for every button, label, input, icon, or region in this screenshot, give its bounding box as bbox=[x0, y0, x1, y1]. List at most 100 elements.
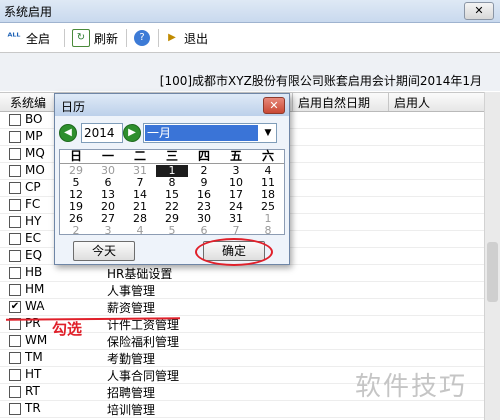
row-checkbox[interactable] bbox=[9, 403, 21, 415]
row-checkbox[interactable] bbox=[9, 148, 21, 160]
row-checkbox[interactable]: ✔ bbox=[9, 301, 21, 313]
system-name: 保险福利管理 bbox=[107, 335, 180, 349]
system-name: HR基础设置 bbox=[107, 267, 173, 281]
close-icon: ✕ bbox=[269, 99, 279, 112]
system-code: HT bbox=[25, 367, 42, 381]
table-row[interactable]: TM 考勤管理 bbox=[0, 349, 484, 367]
next-year-button[interactable]: ▶ bbox=[123, 124, 141, 142]
column-divider bbox=[388, 93, 389, 111]
weekday-header: 日 bbox=[69, 149, 82, 163]
weekday-header: 五 bbox=[229, 149, 242, 163]
system-code: BO bbox=[25, 112, 43, 126]
column-header-enable-date[interactable]: 启用自然日期 bbox=[298, 94, 370, 111]
system-name: 人事管理 bbox=[107, 284, 156, 298]
row-checkbox[interactable] bbox=[9, 386, 21, 398]
calendar-day[interactable]: 5 bbox=[156, 225, 188, 237]
previous-year-button[interactable]: ◀ bbox=[59, 124, 77, 142]
system-name: 培训管理 bbox=[107, 403, 156, 417]
row-checkbox[interactable] bbox=[9, 284, 21, 296]
scrollbar-thumb[interactable] bbox=[487, 242, 498, 302]
system-code: CP bbox=[25, 180, 41, 194]
calendar-day[interactable]: 3 bbox=[92, 225, 124, 237]
system-code: WM bbox=[25, 333, 48, 347]
row-checkbox[interactable] bbox=[9, 165, 21, 177]
column-header-system-code[interactable]: 系统编 bbox=[10, 94, 46, 111]
enable-all-button[interactable]: ᴬᴸᴸ 全启 bbox=[6, 28, 50, 48]
row-checkbox[interactable] bbox=[9, 335, 21, 347]
system-code: FC bbox=[25, 197, 41, 211]
refresh-icon: ↻ bbox=[72, 29, 90, 47]
calendar-day[interactable]: 6 bbox=[188, 225, 220, 237]
toolbar-divider bbox=[158, 29, 159, 47]
system-code: MO bbox=[25, 163, 45, 177]
weekday-header: 三 bbox=[165, 149, 178, 163]
row-checkbox[interactable] bbox=[9, 199, 21, 211]
row-checkbox[interactable] bbox=[9, 216, 21, 228]
column-divider bbox=[292, 93, 293, 111]
exit-door-icon: ▶ bbox=[168, 32, 176, 43]
weekday-header: 一 bbox=[101, 149, 114, 163]
vertical-scrollbar[interactable] bbox=[484, 92, 500, 420]
calendar-dialog: 日历 ✕ ◀ 2014 ▶ 一月 ▼ 日一二三四五六 29 30 31 1 2 3 4 5 6 7 8… bbox=[54, 93, 290, 266]
month-selected-value: 一月 bbox=[145, 125, 258, 141]
exit-button[interactable]: ▶ 退出 bbox=[164, 28, 208, 48]
system-code: HB bbox=[25, 265, 43, 279]
row-checkbox[interactable] bbox=[9, 250, 21, 262]
month-select[interactable]: 一月 ▼ bbox=[143, 123, 277, 143]
system-name: 考勤管理 bbox=[107, 352, 156, 366]
window-title: 系统启用 bbox=[4, 5, 53, 19]
system-code: MP bbox=[25, 129, 43, 143]
window-titlebar: 系统启用 ✕ bbox=[0, 0, 500, 23]
system-name: 人事合同管理 bbox=[107, 369, 180, 383]
weekday-header: 二 bbox=[133, 149, 146, 163]
select-all-icon: ᴬᴸᴸ bbox=[7, 32, 21, 43]
row-checkbox[interactable] bbox=[9, 267, 21, 279]
annotation-check-note: 勾选 bbox=[52, 320, 83, 338]
year-input[interactable]: 2014 bbox=[81, 123, 123, 143]
calendar-controls: ◀ 2014 ▶ 一月 ▼ bbox=[59, 123, 285, 143]
help-button[interactable]: ? bbox=[134, 28, 154, 48]
toolbar: ᴬᴸᴸ 全启 ↻ 刷新 ? ▶ 退出 bbox=[0, 23, 500, 53]
row-checkbox[interactable] bbox=[9, 233, 21, 245]
table-row[interactable]: HB HR基础设置 bbox=[0, 264, 484, 282]
system-name: 薪资管理 bbox=[107, 301, 156, 315]
today-button[interactable]: 今天 bbox=[73, 241, 135, 261]
calendar-day[interactable]: 4 bbox=[124, 225, 156, 237]
exit-label: 退出 bbox=[184, 31, 209, 46]
dialog-titlebar: 日历 ✕ bbox=[55, 94, 289, 116]
refresh-button[interactable]: ↻ 刷新 bbox=[72, 28, 118, 48]
row-checkbox[interactable] bbox=[9, 182, 21, 194]
calendar-grid: 日一二三四五六 29 30 31 1 2 3 4 5 6 7 8 9 10 11 12 13 14 15 16 17 18… bbox=[59, 149, 285, 237]
column-header-enabled-by[interactable]: 启用人 bbox=[394, 94, 430, 111]
arrow-right-icon: ▶ bbox=[128, 127, 136, 138]
dialog-close-button[interactable]: ✕ bbox=[263, 97, 285, 114]
refresh-label: 刷新 bbox=[94, 31, 119, 46]
system-code: WA bbox=[25, 299, 45, 313]
table-row[interactable]: ✔ WA 薪资管理 bbox=[0, 298, 484, 316]
row-checkbox[interactable] bbox=[9, 369, 21, 381]
toolbar-divider bbox=[126, 29, 127, 47]
dialog-title: 日历 bbox=[61, 100, 86, 114]
weekday-header: 六 bbox=[261, 149, 274, 163]
calendar-day[interactable]: 8 bbox=[252, 225, 284, 237]
system-code: EQ bbox=[25, 248, 43, 262]
table-row[interactable]: HM 人事管理 bbox=[0, 281, 484, 299]
system-code: HM bbox=[25, 282, 45, 296]
system-code: RT bbox=[25, 384, 40, 398]
watermark-text: 软件技巧 bbox=[355, 372, 468, 402]
system-code: MQ bbox=[25, 146, 45, 160]
row-checkbox[interactable] bbox=[9, 114, 21, 126]
system-code: EC bbox=[25, 231, 41, 245]
system-code: TM bbox=[25, 350, 43, 364]
row-checkbox[interactable] bbox=[9, 352, 21, 364]
calendar-day[interactable]: 2 bbox=[60, 225, 92, 237]
weekday-header: 四 bbox=[197, 149, 210, 163]
row-checkbox[interactable] bbox=[9, 131, 21, 143]
window-close-button[interactable]: ✕ bbox=[464, 2, 494, 20]
account-period-info: [100]成都市XYZ股份有限公司账套启用会计期间2014年1月 bbox=[159, 74, 482, 88]
chevron-down-icon[interactable]: ▼ bbox=[261, 125, 275, 141]
arrow-left-icon: ◀ bbox=[64, 127, 72, 138]
calendar-day[interactable]: 7 bbox=[220, 225, 252, 237]
system-code: TR bbox=[25, 401, 41, 415]
toolbar-divider bbox=[64, 29, 65, 47]
